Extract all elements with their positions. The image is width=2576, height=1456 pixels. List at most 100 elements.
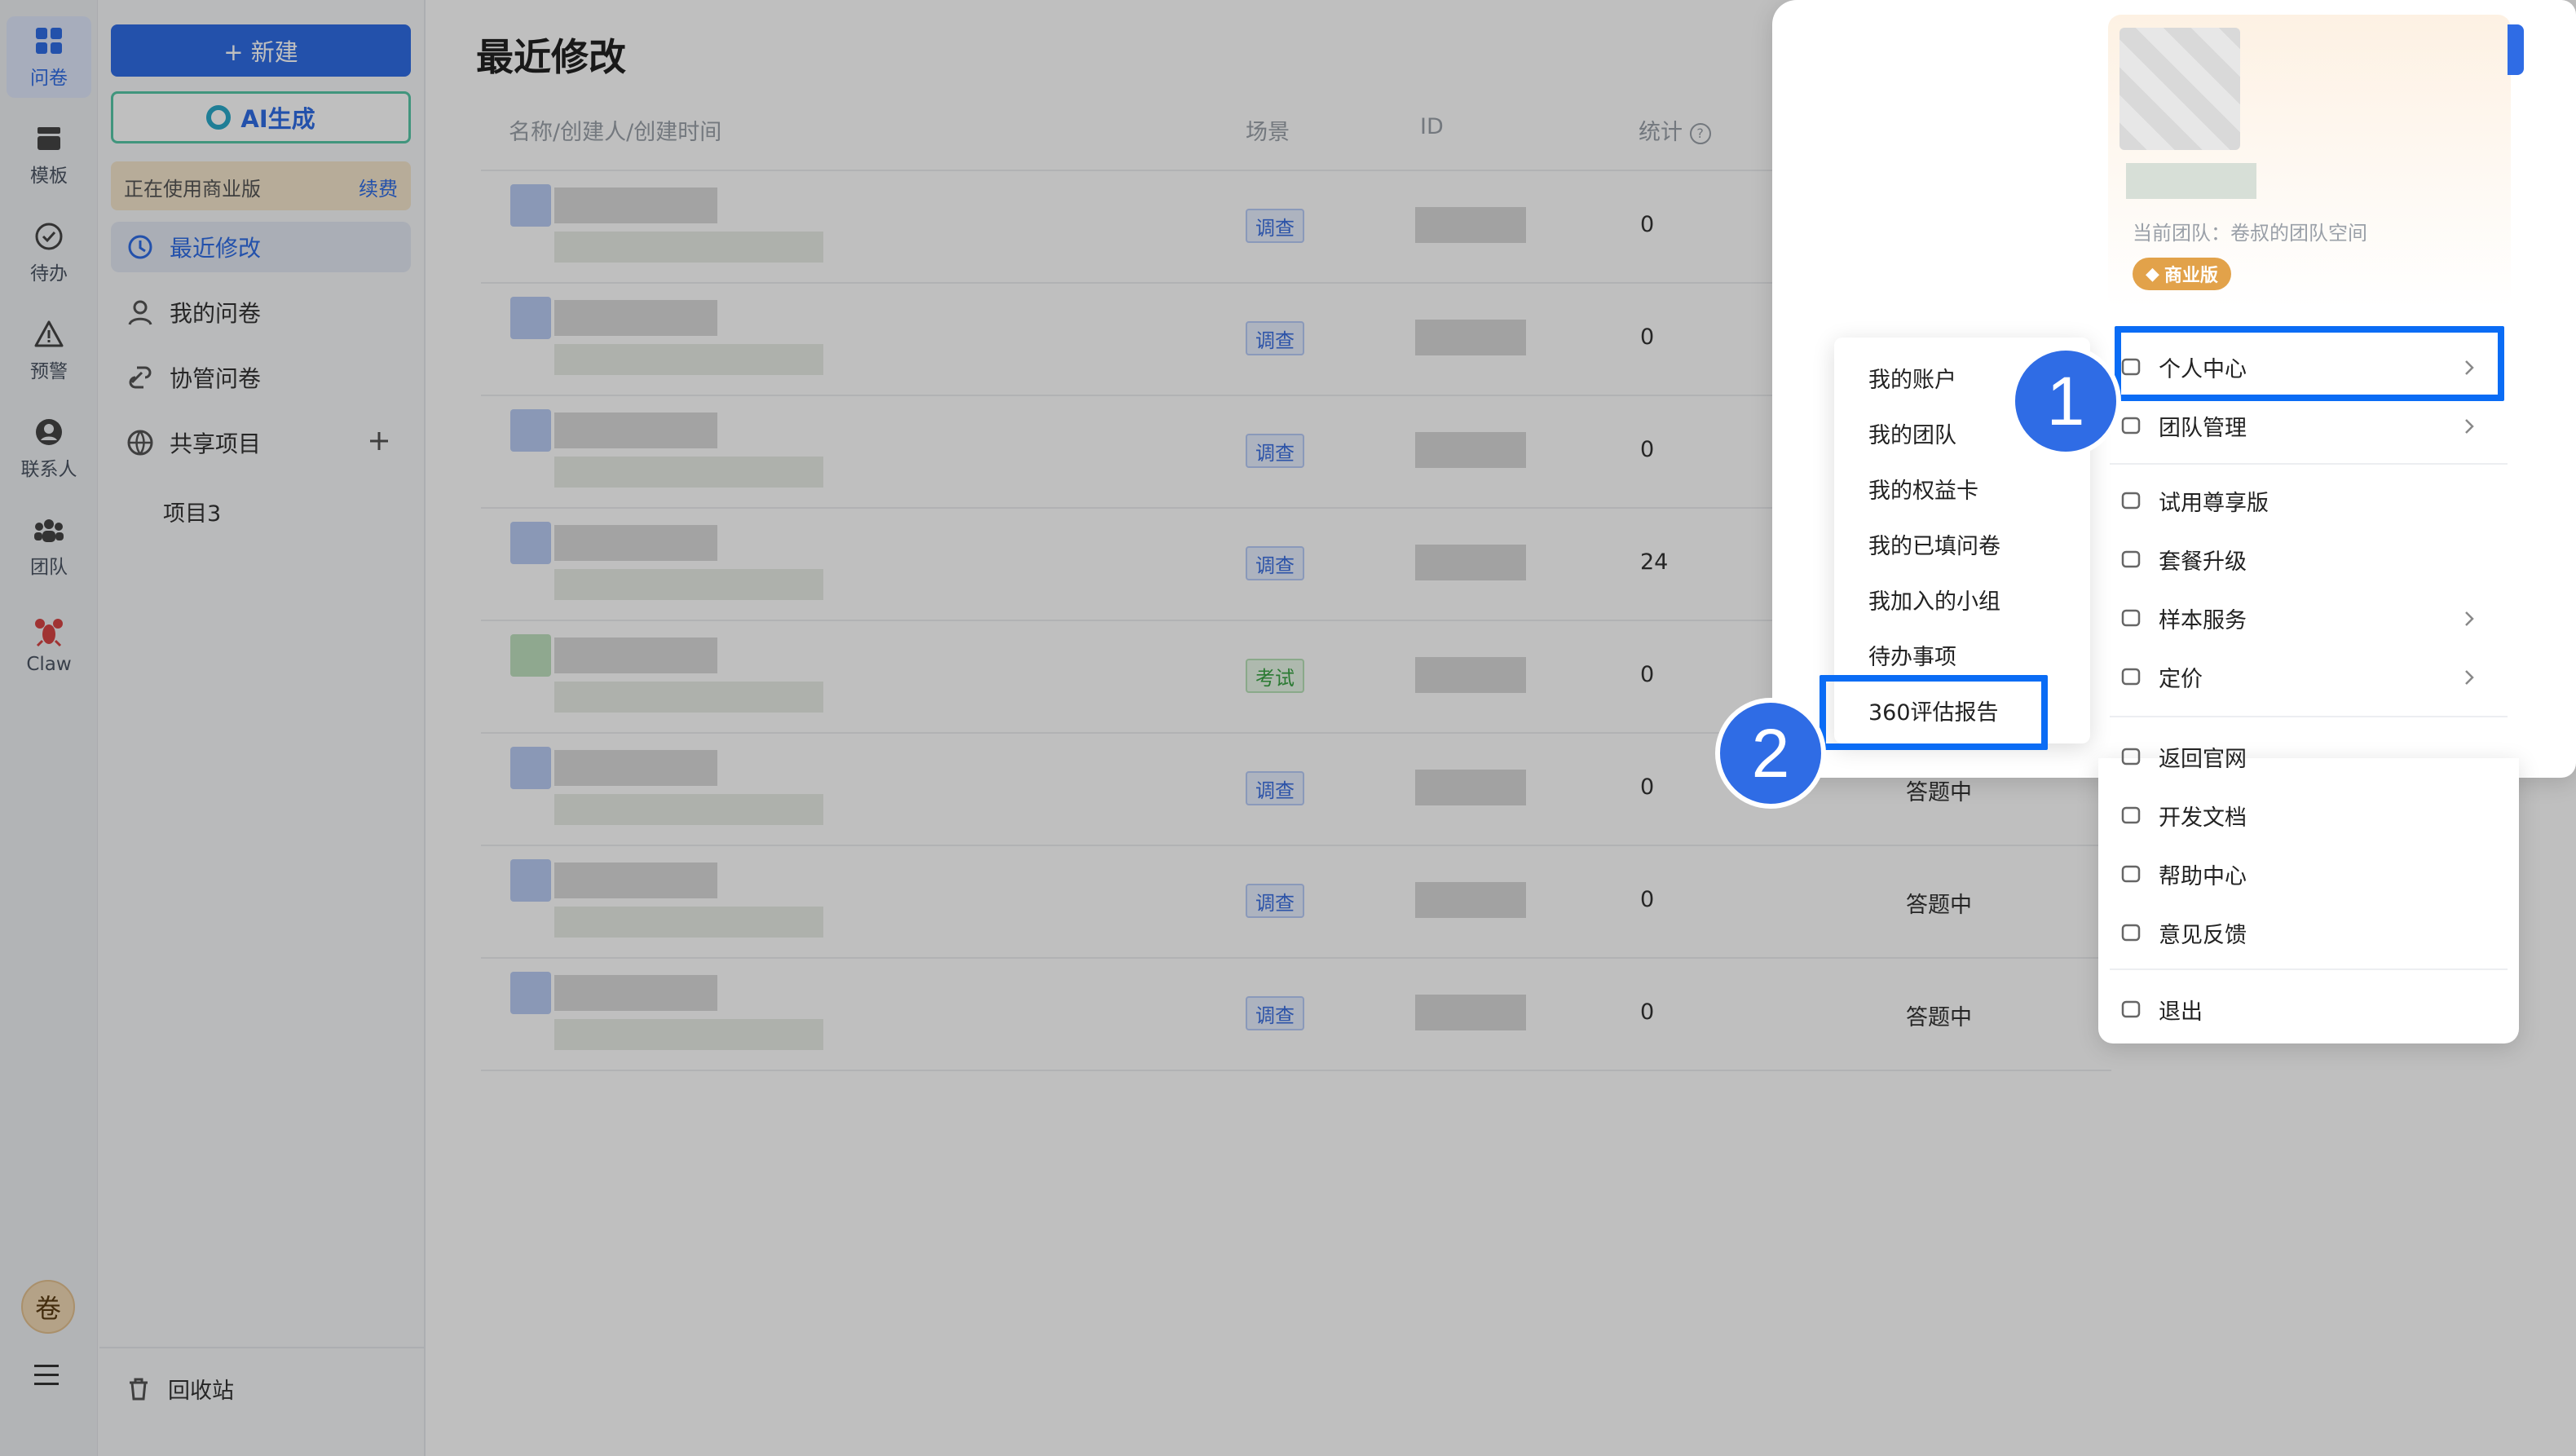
rail-item-claw[interactable]: Claw (7, 605, 91, 686)
menu-item-help[interactable]: 帮助中心 (2119, 848, 2494, 900)
rail-item-survey[interactable]: 问卷 (7, 16, 91, 98)
stats-count: 0 (1640, 887, 1655, 912)
stats-count: 0 (1640, 662, 1655, 687)
status-text: 答题中 (1906, 780, 1972, 805)
renew-link[interactable]: 续费 (359, 173, 398, 201)
menu-item-home[interactable]: 返回官网 (2119, 730, 2494, 783)
submenu-item[interactable]: 待办事项 (1868, 639, 1956, 671)
ai-generate-button[interactable]: AI生成 (111, 91, 411, 143)
col-header-stats: 统计 ? (1639, 114, 1711, 146)
menu-item-label: 试用尊享版 (2159, 490, 2269, 516)
survey-meta-redacted (554, 232, 823, 263)
survey-name-redacted (554, 413, 717, 448)
rail-item-alert[interactable]: 预警 (7, 310, 91, 391)
warning-icon (34, 320, 64, 347)
menu-divider (2110, 716, 2508, 717)
ai-generate-label: AI生成 (240, 105, 315, 133)
secondary-sidebar (98, 0, 426, 1456)
sidebar-item-recent[interactable]: 最近修改 (111, 222, 411, 272)
stats-count: 0 (1640, 324, 1655, 350)
project-item[interactable]: 项目3 (163, 496, 221, 527)
menu-item-label: 返回官网 (2159, 746, 2247, 772)
help-icon[interactable]: ? (1689, 122, 1711, 144)
scene-tag: 调查 (1246, 209, 1304, 243)
doc-icon (2119, 804, 2142, 827)
stats-count: 0 (1640, 437, 1655, 462)
trash-button[interactable]: 回收站 (126, 1373, 234, 1405)
submenu-item[interactable]: 我的团队 (1868, 417, 1956, 449)
survey-id-redacted (1415, 432, 1526, 468)
scene-tag: 调查 (1246, 884, 1304, 918)
survey-thumbnail (510, 747, 551, 789)
submenu-item[interactable]: 我的权益卡 (1868, 473, 1978, 505)
submenu-item[interactable]: 我加入的小组 (1868, 584, 2000, 615)
team-line: 当前团队：卷叔的团队空间 (2133, 222, 2367, 245)
avatar[interactable]: 卷 (21, 1280, 75, 1334)
submenu-item[interactable]: 我的已填问卷 (1868, 528, 2000, 560)
rail-label: 问卷 (30, 68, 68, 89)
menu-item-diamond[interactable]: 套餐升级 (2119, 533, 2494, 585)
menu-item-doc[interactable]: 开发文档 (2119, 789, 2494, 841)
divider (99, 1347, 424, 1348)
rail-item-team[interactable]: 团队 (7, 505, 91, 587)
rail-label: 模板 (30, 165, 68, 187)
new-button[interactable]: + 新建 (111, 24, 411, 77)
rail-label: Claw (26, 654, 72, 675)
survey-id-redacted (1415, 995, 1526, 1030)
sidebar-item-label: 协管问卷 (170, 365, 262, 392)
sidebar-item-shared-projects[interactable]: 共享项目 (111, 417, 411, 468)
survey-meta-redacted (554, 344, 823, 375)
menu-item-crown[interactable]: 试用尊享版 (2119, 474, 2494, 527)
rail-item-template[interactable]: 模板 (7, 114, 91, 196)
scene-tag: 调查 (1246, 321, 1304, 355)
survey-name-redacted (554, 638, 717, 673)
globe-icon (127, 430, 153, 456)
plan-badge-label: 商业版 (2164, 266, 2218, 286)
survey-name-redacted (554, 975, 717, 1011)
survey-id-redacted (1415, 882, 1526, 918)
rail-label: 待办 (30, 263, 68, 285)
header-button-edge[interactable] (2508, 24, 2524, 75)
menu-item-sample[interactable]: 样本服务 (2119, 592, 2494, 644)
plus-icon[interactable] (367, 429, 391, 453)
sidebar-item-label: 最近修改 (170, 235, 262, 262)
submenu-item[interactable]: 我的账户 (1868, 362, 1956, 394)
page-title: 最近修改 (476, 35, 626, 79)
menu-item-feedback[interactable]: 意见反馈 (2119, 907, 2494, 959)
rail-item-todo[interactable]: 待办 (7, 212, 91, 293)
scene-tag: 调查 (1246, 771, 1304, 805)
survey-name-redacted (554, 300, 717, 336)
diamond-icon (2119, 548, 2142, 571)
rail-item-contacts[interactable]: 联系人 (7, 408, 91, 489)
menu-item-yen[interactable]: 定价 (2119, 651, 2494, 703)
scene-tag: 调查 (1246, 996, 1304, 1030)
rail-label: 团队 (30, 557, 68, 578)
survey-id-redacted (1415, 320, 1526, 355)
menu-item-label: 样本服务 (2159, 607, 2247, 633)
plan-banner: 正在使用商业版 续费 (111, 161, 411, 210)
sidebar-item-co-managed[interactable]: 协管问卷 (111, 352, 411, 403)
diamond-icon: ◆ (2146, 263, 2159, 285)
team-icon (34, 519, 64, 542)
menu-item-label: 开发文档 (2159, 805, 2247, 831)
menu-item-label: 意见反馈 (2159, 922, 2247, 948)
col-header-stats-label: 统计 (1639, 120, 1683, 145)
survey-meta-redacted (554, 794, 823, 825)
rail-label: 联系人 (20, 459, 77, 480)
help-icon (2119, 863, 2142, 885)
menu-item-label: 团队管理 (2159, 415, 2247, 441)
hamburger-icon[interactable] (33, 1361, 60, 1389)
survey-thumbnail (510, 409, 551, 452)
sidebar-item-label: 共享项目 (170, 430, 262, 457)
status-text: 答题中 (1906, 1005, 1972, 1030)
menu-item-label: 套餐升级 (2159, 549, 2247, 575)
grid-icon (36, 28, 62, 54)
trash-icon (130, 1378, 148, 1400)
menu-item-logout[interactable]: 退出 (2119, 983, 2494, 1035)
user-card: 当前团队：卷叔的团队空间 ◆ 商业版 (2108, 15, 2511, 308)
sidebar-item-my-surveys[interactable]: 我的问卷 (111, 287, 411, 338)
menu-item-team-manage[interactable]: 团队管理 (2119, 399, 2494, 452)
chevron-right-icon (2460, 667, 2478, 685)
scene-tag: 调查 (1246, 546, 1304, 580)
stats-count: 0 (1640, 774, 1655, 800)
